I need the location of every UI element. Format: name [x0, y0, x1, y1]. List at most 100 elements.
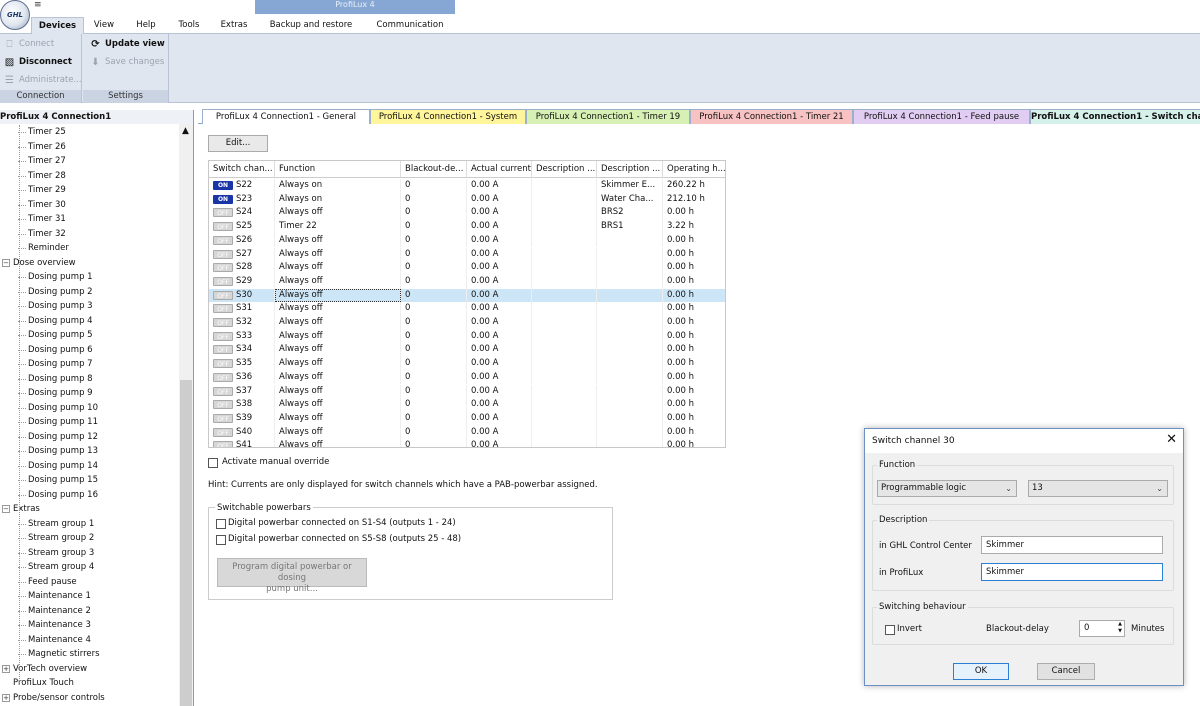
tree-root[interactable]: ProfiLux 4 Connection1: [0, 110, 193, 124]
ghl-logo[interactable]: GHL: [0, 0, 30, 30]
switch-state-badge[interactable]: OFF: [213, 208, 233, 218]
switch-state-badge[interactable]: OFF: [213, 386, 233, 396]
gcc-description-input[interactable]: Skimmer: [981, 536, 1163, 554]
program-powerbar-button[interactable]: Program digital powerbar or dosing pump …: [217, 558, 367, 594]
tree-item[interactable]: ProfiLux Touch: [13, 676, 74, 691]
expander-icon[interactable]: +: [2, 664, 10, 673]
tree-item[interactable]: Dosing pump 16: [18, 488, 98, 503]
table-row[interactable]: S24 Always off 0 0.00 A BRS2 0.00 h OFF: [209, 206, 725, 221]
tree-item[interactable]: Dosing pump 10: [18, 401, 98, 416]
doc-tab[interactable]: ProfiLux 4 Connection1 - Timer 21: [690, 109, 853, 124]
function-select[interactable]: Programmable logic ⌄: [877, 480, 1017, 497]
connect-button[interactable]: ⎕ Connect: [2, 36, 55, 53]
profilux-description-input[interactable]: Skimmer: [981, 563, 1163, 581]
tree-item[interactable]: VorTech overview: [13, 662, 87, 677]
table-row[interactable]: S32 Always off 0 0.00 A 0.00 h OFF: [209, 316, 725, 330]
tab-view[interactable]: View: [89, 17, 119, 34]
expander-icon[interactable]: −: [2, 258, 10, 267]
table-row[interactable]: S33 Always off 0 0.00 A 0.00 h OFF: [209, 329, 725, 344]
column-header[interactable]: Operating h...: [663, 161, 725, 178]
save-changes-button[interactable]: ⬇ Save changes: [88, 54, 164, 71]
tab-communication[interactable]: Communication: [372, 17, 448, 34]
tab-extras[interactable]: Extras: [217, 17, 251, 34]
switch-state-badge[interactable]: OFF: [213, 304, 233, 314]
table-row[interactable]: S22 Always on 0 0.00 A Skimmer E... 260.22 h O…: [209, 179, 725, 193]
tree-item[interactable]: Dosing pump 1: [18, 270, 93, 285]
tab-devices[interactable]: Devices: [31, 17, 84, 34]
tree-item[interactable]: Stream group 3: [17, 546, 94, 561]
table-row[interactable]: S41 Always off 0 0.00 A 0.00 h OFF: [209, 439, 725, 447]
tree-item[interactable]: Timer 27: [18, 154, 66, 169]
table-row[interactable]: S23 Always on 0 0.00 A Water Cha... 212.10 h O…: [209, 192, 725, 207]
table-row[interactable]: S39 Always off 0 0.00 A 0.00 h OFF: [209, 411, 725, 426]
tree-item[interactable]: Dosing pump 6: [18, 343, 93, 358]
table-row[interactable]: S28 Always off 0 0.00 A 0.00 h OFF: [209, 261, 725, 275]
switch-state-badge[interactable]: OFF: [213, 427, 233, 437]
column-header[interactable]: Description ...: [532, 161, 597, 178]
blackout-spinner[interactable]: 0 ▲ ▼: [1079, 620, 1125, 637]
doc-tab[interactable]: ProfiLux 4 Connection1 - General: [202, 109, 370, 124]
tree-item[interactable]: Dosing pump 14: [18, 459, 98, 474]
tree-item[interactable]: Maintenance 4: [18, 633, 91, 648]
column-header[interactable]: Actual current: [467, 161, 532, 178]
tree-item[interactable]: Maintenance 3: [18, 618, 91, 633]
tree-item[interactable]: Timer 25: [18, 125, 66, 140]
tree-item[interactable]: Timer 32: [18, 227, 66, 242]
table-row[interactable]: S27 Always off 0 0.00 A 0.00 h OFF: [209, 247, 725, 262]
table-row[interactable]: S37 Always off 0 0.00 A 0.00 h OFF: [209, 384, 725, 399]
tree-item[interactable]: Dosing pump 11: [18, 415, 98, 430]
tab-tools[interactable]: Tools: [173, 17, 205, 34]
tree-item[interactable]: Dosing pump 7: [18, 357, 93, 372]
powerbar1-row[interactable]: Digital powerbar connected on S1-S4 (out…: [216, 518, 596, 530]
tree-item[interactable]: Stream group 1: [17, 517, 94, 532]
tree-item[interactable]: Timer 31: [18, 212, 66, 227]
tree-item[interactable]: Timer 26: [18, 140, 66, 155]
tree-item[interactable]: Probe/sensor controls: [13, 691, 105, 706]
ok-button[interactable]: OK: [953, 663, 1009, 680]
table-row[interactable]: S36 Always off 0 0.00 A 0.00 h OFF: [209, 370, 725, 385]
powerbar2-checkbox[interactable]: [216, 535, 226, 545]
switch-state-badge[interactable]: OFF: [213, 345, 233, 355]
administrate-button[interactable]: ☰ Administrate...: [2, 72, 82, 89]
table-row[interactable]: S31 Always off 0 0.00 A 0.00 h OFF: [209, 302, 725, 316]
tree-item[interactable]: Dosing pump 4: [18, 314, 93, 329]
disconnect-button[interactable]: ▨ Disconnect: [2, 54, 72, 71]
update-view-button[interactable]: ⟳ Update view: [88, 36, 164, 53]
tree-item[interactable]: Magnetic stirrers: [18, 647, 100, 662]
tree-item[interactable]: Dosing pump 13: [18, 444, 98, 459]
tree-item[interactable]: Reminder: [18, 241, 69, 256]
switch-state-badge[interactable]: OFF: [213, 249, 233, 259]
tree-item[interactable]: Dosing pump 8: [18, 372, 93, 387]
tree-item[interactable]: Stream group 4: [17, 560, 94, 575]
table-row[interactable]: S30 Always off 0 0.00 A 0.00 h OFF: [209, 288, 725, 303]
tree-item[interactable]: Dosing pump 3: [18, 299, 93, 314]
table-row[interactable]: S29 Always off 0 0.00 A 0.00 h OFF: [209, 274, 725, 289]
tree-item[interactable]: Stream group 2: [17, 531, 94, 546]
tab-backup-restore[interactable]: Backup and restore: [265, 17, 357, 34]
table-row[interactable]: S35 Always off 0 0.00 A 0.00 h OFF: [209, 357, 725, 371]
table-row[interactable]: S34 Always off 0 0.00 A 0.00 h OFF: [209, 343, 725, 358]
powerbar1-checkbox[interactable]: [216, 519, 226, 529]
doc-tab[interactable]: ProfiLux 4 Connection1 - Timer 19: [526, 109, 690, 124]
spinner-arrows-icon[interactable]: ▲ ▼: [1118, 621, 1122, 635]
switch-state-badge[interactable]: OFF: [213, 235, 233, 245]
tree-item[interactable]: Dosing pump 2: [18, 285, 93, 300]
switch-state-badge[interactable]: ON: [213, 181, 233, 190]
invert-checkbox[interactable]: [885, 625, 895, 635]
tree-item[interactable]: Maintenance 2: [18, 604, 91, 619]
switch-state-badge[interactable]: OFF: [213, 263, 233, 273]
close-icon[interactable]: ✕: [1166, 433, 1177, 447]
doc-tab[interactable]: ProfiLux 4 Connection1 - Switch channels: [1030, 109, 1200, 124]
manual-override-row[interactable]: Activate manual override: [208, 457, 408, 469]
switch-state-badge[interactable]: OFF: [213, 222, 233, 232]
tree-item[interactable]: Dosing pump 9: [18, 386, 93, 401]
tree-item[interactable]: Extras: [13, 502, 40, 517]
cancel-button[interactable]: Cancel: [1037, 663, 1095, 680]
table-row[interactable]: S26 Always off 0 0.00 A 0.00 h OFF: [209, 233, 725, 248]
expander-icon[interactable]: +: [2, 693, 10, 702]
table-row[interactable]: S38 Always off 0 0.00 A 0.00 h OFF: [209, 398, 725, 412]
tree-item[interactable]: Timer 30: [18, 198, 66, 213]
switch-state-badge[interactable]: OFF: [213, 372, 233, 382]
tree-item[interactable]: Timer 28: [18, 169, 66, 184]
switch-state-badge[interactable]: OFF: [213, 400, 233, 410]
